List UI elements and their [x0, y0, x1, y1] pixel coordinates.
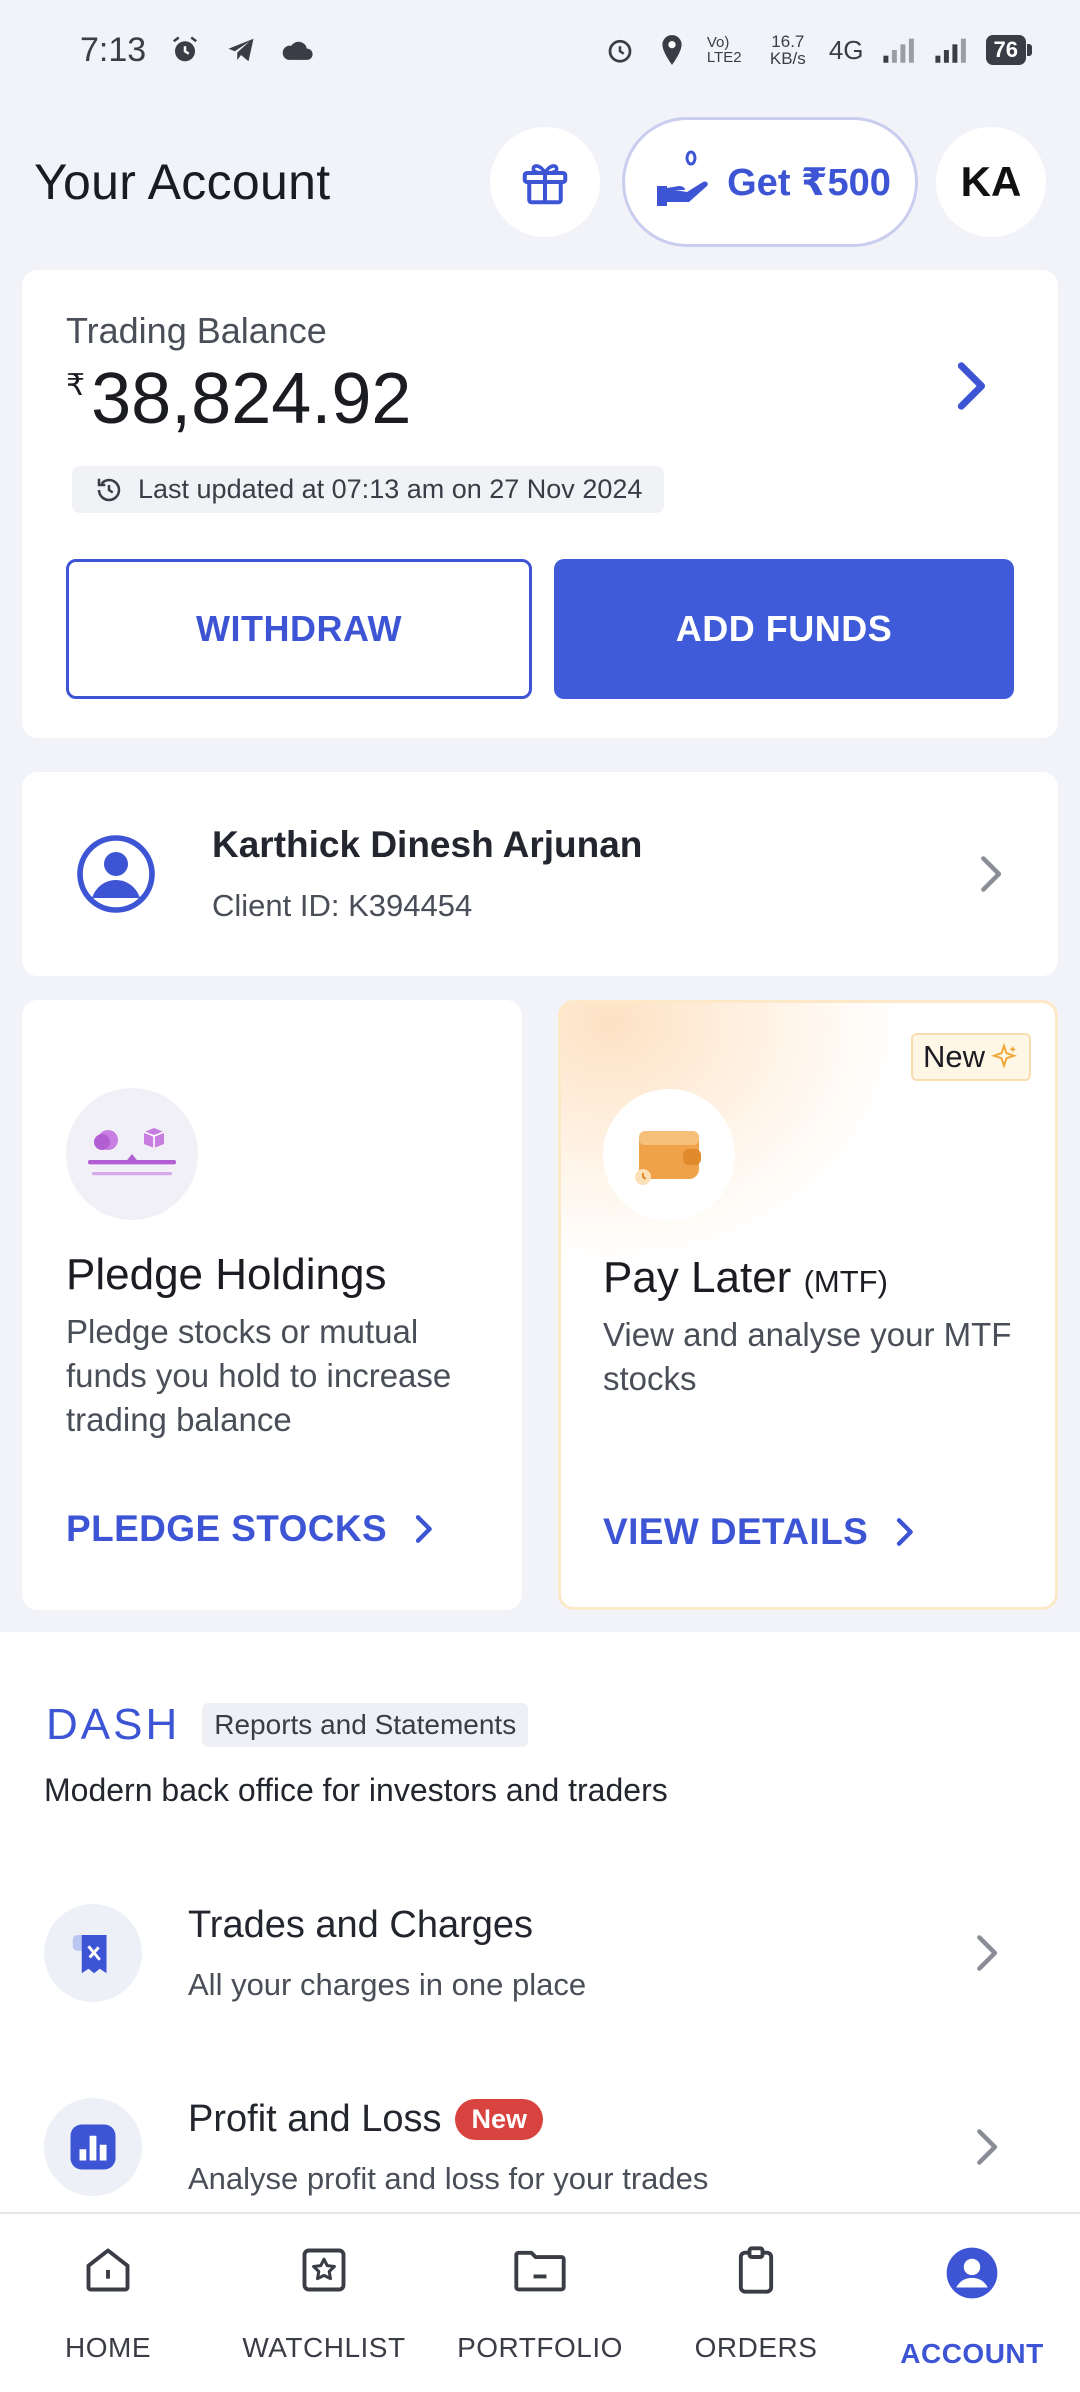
avatar[interactable]: KA — [936, 127, 1046, 237]
net-speed: 16.7 KB/s — [769, 32, 806, 68]
telegram-icon — [224, 33, 258, 67]
profile-card[interactable]: Karthick Dinesh Arjunan Client ID: K3944… — [22, 772, 1058, 976]
pledge-holdings-card[interactable]: Pledge Holdings Pledge stocks or mutual … — [22, 1000, 522, 1610]
chevron-right-icon — [415, 1515, 432, 1543]
net-type: 4G — [828, 34, 864, 65]
hand-coin-icon — [657, 150, 708, 206]
signal-icon — [934, 33, 968, 67]
pnl-title-text: Profit and Loss — [188, 2097, 442, 2140]
nav-account[interactable]: ACCOUNT — [864, 2214, 1080, 2392]
chevron-right-icon — [977, 2129, 998, 2165]
bottom-navigation: HOME WATCHLIST PORTFOLIO ORDERS ACCOUNT — [0, 2212, 1080, 2392]
trades-charges-subtitle: All your charges in one place — [188, 1966, 587, 2002]
view-details-link[interactable]: VIEW DETAILS — [603, 1511, 914, 1553]
balance-details-chevron-icon[interactable] — [952, 360, 988, 417]
folder-icon — [514, 2250, 566, 2292]
wallet-icon — [635, 1131, 701, 1185]
nav-watchlist[interactable]: WATCHLIST — [216, 2214, 432, 2392]
trades-and-charges-row[interactable]: Trades and Charges All your charges in o… — [0, 1878, 1080, 2028]
balance-value: 38,824.92 — [91, 359, 412, 439]
withdraw-button[interactable]: WITHDRAW — [66, 559, 532, 699]
battery-indicator: 76 — [985, 35, 1033, 65]
nav-account-label: ACCOUNT — [900, 2338, 1044, 2369]
last-updated-chip: Last updated at 07:13 am on 27 Nov 2024 — [72, 466, 665, 513]
gift-button[interactable] — [490, 127, 600, 237]
add-funds-button[interactable]: ADD FUNDS — [554, 559, 1014, 699]
pledge-description: Pledge stocks or mutual funds you hold t… — [66, 1313, 452, 1438]
new-badge-label: New — [922, 1039, 985, 1074]
pay-later-icon-container — [603, 1089, 735, 1221]
nav-home[interactable]: HOME — [0, 2214, 216, 2392]
client-id: Client ID: K394454 — [212, 888, 473, 923]
nav-portfolio-label: PORTFOLIO — [457, 2332, 623, 2363]
dash-logo: DASH — [46, 1700, 181, 1749]
gift-icon — [522, 164, 568, 205]
pnl-subtitle: Analyse profit and loss for your trades — [188, 2160, 709, 2196]
chevron-right-icon — [897, 1518, 914, 1546]
pnl-title: Profit and Loss New — [188, 2098, 972, 2141]
alarm-icon — [168, 33, 202, 67]
location-icon — [655, 33, 689, 67]
new-badge: New — [455, 2098, 544, 2140]
signal-icon — [882, 33, 916, 67]
dash-reports-section: DASH Reports and Statements Modern back … — [0, 1632, 1080, 2212]
pledge-stocks-label: PLEDGE STOCKS — [66, 1508, 388, 1549]
profit-and-loss-row[interactable]: Profit and Loss New Analyse profit and l… — [0, 2072, 1080, 2222]
status-bar: 7:13 Vo) LTE2 16.7 KB/s 4G 76 — [0, 0, 1080, 100]
clipboard-icon — [738, 2246, 774, 2294]
user-avatar-icon — [77, 835, 155, 913]
pay-later-description: View and analyse your MTF stocks — [603, 1316, 1012, 1397]
pay-later-title-text: Pay Later — [603, 1253, 792, 1302]
currency-symbol: ₹ — [66, 369, 86, 402]
nav-home-label: HOME — [65, 2332, 151, 2363]
balance-label: Trading Balance — [66, 310, 327, 351]
pnl-icon-container — [44, 2098, 142, 2196]
chevron-right-icon — [981, 856, 1002, 892]
bar-chart-icon — [70, 2124, 116, 2170]
nav-watchlist-label: WATCHLIST — [242, 2332, 406, 2363]
pay-later-card[interactable]: New Pay Later (MTF) View and analyse you… — [558, 1000, 1058, 1610]
pay-later-title: Pay Later (MTF) — [603, 1253, 888, 1303]
sparkle-icon — [990, 1042, 1018, 1069]
pledge-title: Pledge Holdings — [66, 1250, 387, 1299]
pay-later-title-suffix: (MTF) — [803, 1264, 888, 1299]
star-bookmark-icon — [302, 2248, 346, 2292]
refer-label: Get ₹500 — [727, 161, 891, 204]
account-icon — [946, 2247, 998, 2299]
trading-balance-card: Trading Balance ₹ 38,824.92 Last updated… — [22, 270, 1058, 738]
trades-charges-title-text: Trades and Charges — [188, 1903, 534, 1946]
receipt-icon — [72, 1935, 107, 1974]
balance-amount: ₹ 38,824.92 — [66, 358, 1014, 440]
trades-charges-title: Trades and Charges — [188, 1904, 972, 1947]
pledge-icon-container — [66, 1088, 198, 1220]
nav-orders[interactable]: ORDERS — [648, 2214, 864, 2392]
receipt-icon-container — [44, 1904, 142, 2002]
nav-orders-label: ORDERS — [694, 2332, 818, 2363]
history-icon — [97, 478, 121, 501]
reports-pill: Reports and Statements — [202, 1703, 529, 1747]
pledge-stocks-link[interactable]: PLEDGE STOCKS — [66, 1508, 433, 1550]
last-updated-text: Last updated at 07:13 am on 27 Nov 2024 — [138, 474, 643, 504]
home-icon — [86, 2248, 130, 2292]
page-header: Your Account Get ₹500 KA — [0, 112, 1080, 252]
pledge-scale-icon — [88, 1128, 176, 1176]
new-badge: New — [910, 1033, 1031, 1081]
alarm-icon — [603, 33, 637, 67]
chevron-right-icon — [977, 1935, 998, 1971]
view-details-label: VIEW DETAILS — [603, 1511, 869, 1552]
cloud-icon — [280, 33, 314, 67]
status-time: 7:13 — [80, 30, 147, 69]
profile-name: Karthick Dinesh Arjunan — [212, 824, 643, 865]
nav-portfolio[interactable]: PORTFOLIO — [432, 2214, 648, 2392]
page-title: Your Account — [34, 154, 331, 210]
volte-indicator: Vo) LTE2 — [706, 34, 742, 66]
dash-subtitle: Modern back office for investors and tra… — [44, 1772, 668, 1808]
refer-earn-button[interactable]: Get ₹500 — [622, 117, 918, 247]
